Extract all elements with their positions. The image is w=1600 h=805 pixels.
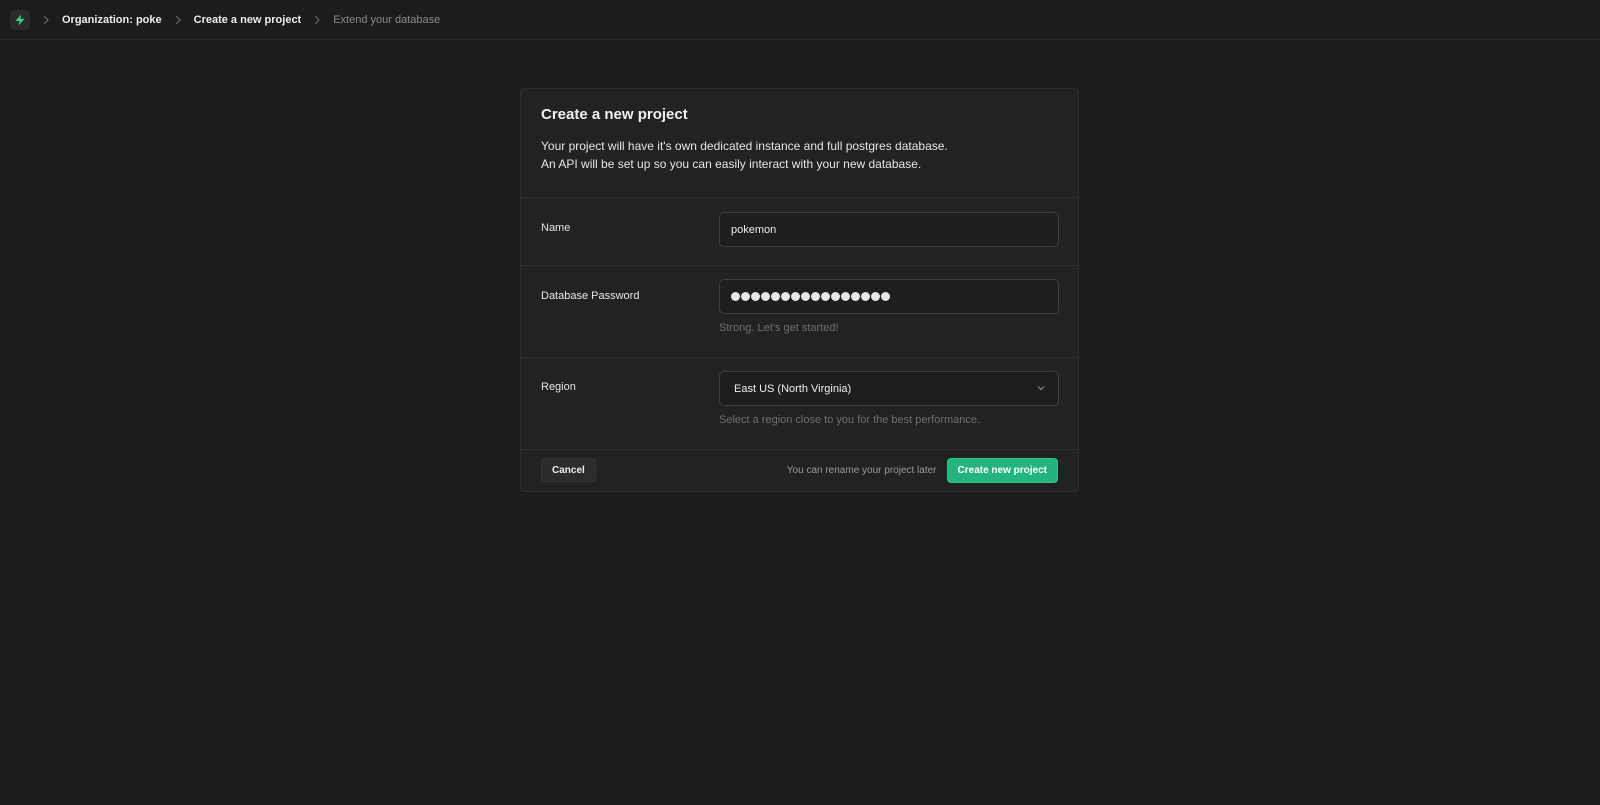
password-mask (731, 292, 890, 301)
password-mask-dot (821, 292, 830, 301)
region-row: Region East US (North Virginia) Select a… (521, 358, 1078, 450)
password-mask-dot (851, 292, 860, 301)
password-mask-dot (781, 292, 790, 301)
name-input-value: pokemon (731, 223, 777, 236)
password-mask-dot (811, 292, 820, 301)
password-mask-dot (881, 292, 890, 301)
password-input[interactable] (719, 279, 1059, 314)
card-header: Create a new project Your project will h… (521, 89, 1078, 198)
rename-note: You can rename your project later (786, 464, 937, 476)
footer-actions: You can rename your project later Create… (786, 457, 1058, 483)
password-mask-dot (861, 292, 870, 301)
password-mask-dot (841, 292, 850, 301)
card-description-line-1: Your project will have it's own dedicate… (541, 139, 948, 153)
bolt-icon[interactable] (10, 9, 30, 30)
password-mask-dot (871, 292, 880, 301)
create-project-button[interactable]: Create new project (946, 457, 1058, 483)
name-input[interactable]: pokemon (719, 212, 1059, 247)
password-mask-dot (791, 292, 800, 301)
chevron-right-icon (313, 15, 321, 25)
region-hint: Select a region close to you for the bes… (719, 414, 981, 426)
password-mask-dot (751, 292, 760, 301)
breadcrumb-extend-database[interactable]: Extend your database (333, 14, 440, 26)
name-row: Name pokemon (521, 198, 1078, 266)
breadcrumb-create-project[interactable]: Create a new project (194, 14, 302, 26)
chevron-right-icon (174, 15, 182, 25)
password-mask-dot (741, 292, 750, 301)
region-label: Region (541, 381, 576, 393)
cancel-button[interactable]: Cancel (541, 458, 596, 482)
card-footer: Cancel You can rename your project later… (521, 449, 1078, 491)
password-mask-dot (761, 292, 770, 301)
password-label: Database Password (541, 290, 640, 302)
password-mask-dot (731, 292, 740, 301)
region-select[interactable]: East US (North Virginia) (719, 371, 1059, 406)
chevron-right-icon (42, 15, 50, 25)
region-select-value: East US (North Virginia) (734, 382, 852, 395)
breadcrumb-organization[interactable]: Organization: poke (62, 14, 162, 26)
create-project-card: Create a new project Your project will h… (520, 88, 1079, 492)
password-strength-hint: Strong. Let's get started! (719, 322, 839, 334)
password-mask-dot (801, 292, 810, 301)
chevron-down-icon (1036, 383, 1046, 396)
password-mask-dot (831, 292, 840, 301)
name-label: Name (541, 222, 571, 234)
card-description-line-2: An API will be set up so you can easily … (541, 157, 922, 171)
password-mask-dot (771, 292, 780, 301)
password-row: Database Password Strong. Let's get star… (521, 266, 1078, 358)
top-navigation-bar: Organization: poke Create a new project … (0, 0, 1600, 40)
card-title: Create a new project (541, 106, 688, 123)
